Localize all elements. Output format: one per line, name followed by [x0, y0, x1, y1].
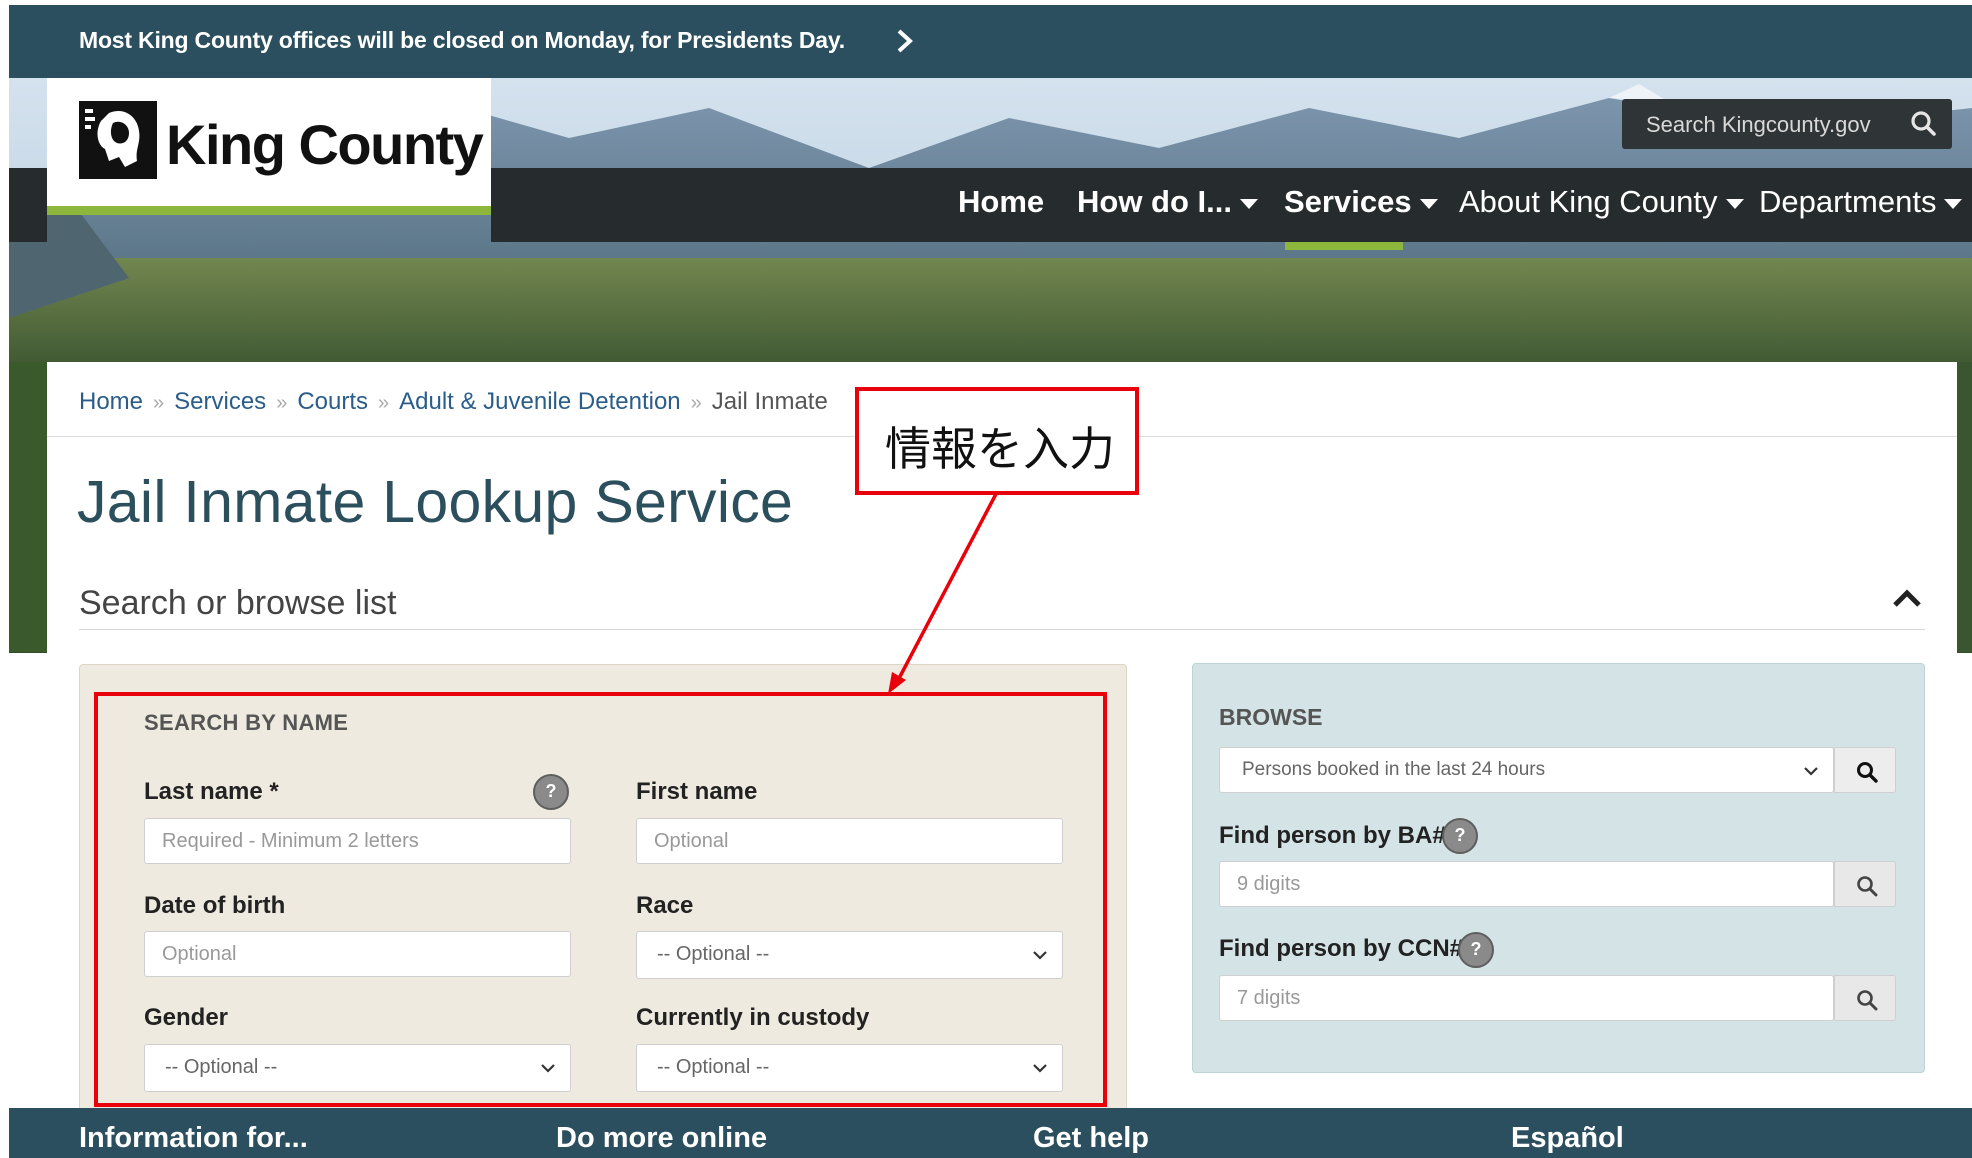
ba-input[interactable] [1220, 862, 1833, 906]
ccn-label: Find person by CCN# [1219, 935, 1464, 962]
breadcrumb-detention[interactable]: Adult & Juvenile Detention [399, 388, 681, 415]
nav-services-label: Services [1284, 184, 1412, 219]
ccn-input[interactable] [1220, 976, 1833, 1020]
nav-home[interactable]: Home [958, 184, 1044, 220]
help-icon[interactable]: ? [1442, 818, 1478, 854]
nav-about[interactable]: About King County [1459, 184, 1744, 220]
annotation-label-box: 情報を入力 [855, 387, 1139, 495]
caret-down-icon [1240, 198, 1258, 209]
breadcrumb-separator-icon: » [378, 392, 390, 414]
section-divider [79, 629, 1925, 630]
site-search[interactable]: Search Kingcounty.gov [1622, 99, 1952, 149]
browse-select[interactable]: Persons booked in the last 24 hours [1219, 747, 1834, 793]
breadcrumb-services[interactable]: Services [174, 388, 266, 415]
logo-underline [47, 206, 491, 215]
nav-services[interactable]: Services [1284, 184, 1438, 220]
breadcrumb-current: Jail Inmate [711, 388, 828, 415]
search-icon [1857, 762, 1878, 783]
nav-about-label: About King County [1459, 184, 1718, 219]
browse-select-value: Persons booked in the last 24 hours [1242, 759, 1546, 780]
ba-field[interactable] [1219, 861, 1834, 907]
annotation-highlight-box [94, 692, 1107, 1107]
caret-down-icon [1725, 198, 1744, 209]
alert-banner[interactable]: Most King County offices will be closed … [9, 5, 1972, 78]
browse-heading: BROWSE [1219, 704, 1323, 730]
breadcrumb-separator-icon: » [276, 392, 288, 414]
ba-label: Find person by BA# [1219, 822, 1446, 849]
search-icon[interactable] [1910, 110, 1936, 136]
breadcrumb-separator-icon: » [153, 392, 165, 414]
navbar-left-edge [9, 168, 47, 242]
alert-text[interactable]: Most King County offices will be closed … [79, 27, 845, 54]
section-heading[interactable]: Search or browse list [79, 584, 396, 623]
chevron-down-icon [1804, 767, 1818, 776]
hero-edge-left [9, 362, 47, 652]
logo-text[interactable]: King County [166, 112, 484, 177]
search-input[interactable]: Search Kingcounty.gov [1646, 112, 1871, 138]
breadcrumb: Home » Services » Courts » Adult & Juvenile De… [79, 388, 828, 416]
caret-down-icon [1419, 198, 1438, 209]
breadcrumb-separator-icon: » [690, 392, 702, 414]
page-title: Jail Inmate Lookup Service [77, 469, 794, 535]
help-icon[interactable]: ? [1458, 932, 1494, 968]
ccn-field[interactable] [1219, 975, 1834, 1021]
breadcrumb-courts[interactable]: Courts [297, 388, 368, 415]
chevron-right-icon [897, 29, 913, 53]
search-icon [1857, 876, 1878, 897]
page-edge [0, 0, 9, 1158]
ccn-search-button[interactable] [1834, 975, 1896, 1021]
breadcrumb-home[interactable]: Home [79, 388, 143, 415]
nav-active-indicator [1285, 242, 1403, 250]
footer-do-more-online[interactable]: Do more online [556, 1122, 767, 1155]
nav-home-label: Home [958, 184, 1045, 219]
footer-get-help[interactable]: Get help [1033, 1122, 1149, 1155]
browse-search-button[interactable] [1834, 747, 1896, 793]
annotation-label: 情報を入力 [885, 422, 1115, 476]
nav-how-do-i-label: How do I... [1077, 184, 1232, 219]
nav-departments[interactable]: Departments [1759, 184, 1963, 220]
footer-espanol[interactable]: Español [1511, 1122, 1624, 1155]
nav-departments-label: Departments [1759, 184, 1937, 219]
footer-information-for[interactable]: Information for... [79, 1122, 308, 1155]
caret-down-icon [1944, 198, 1963, 209]
chevron-up-icon[interactable] [1890, 585, 1924, 611]
king-county-logo-icon[interactable] [79, 101, 157, 179]
search-icon [1857, 990, 1878, 1011]
ba-search-button[interactable] [1834, 861, 1896, 907]
nav-how-do-i[interactable]: How do I... [1077, 184, 1258, 220]
hero-edge-right [1957, 362, 1972, 652]
